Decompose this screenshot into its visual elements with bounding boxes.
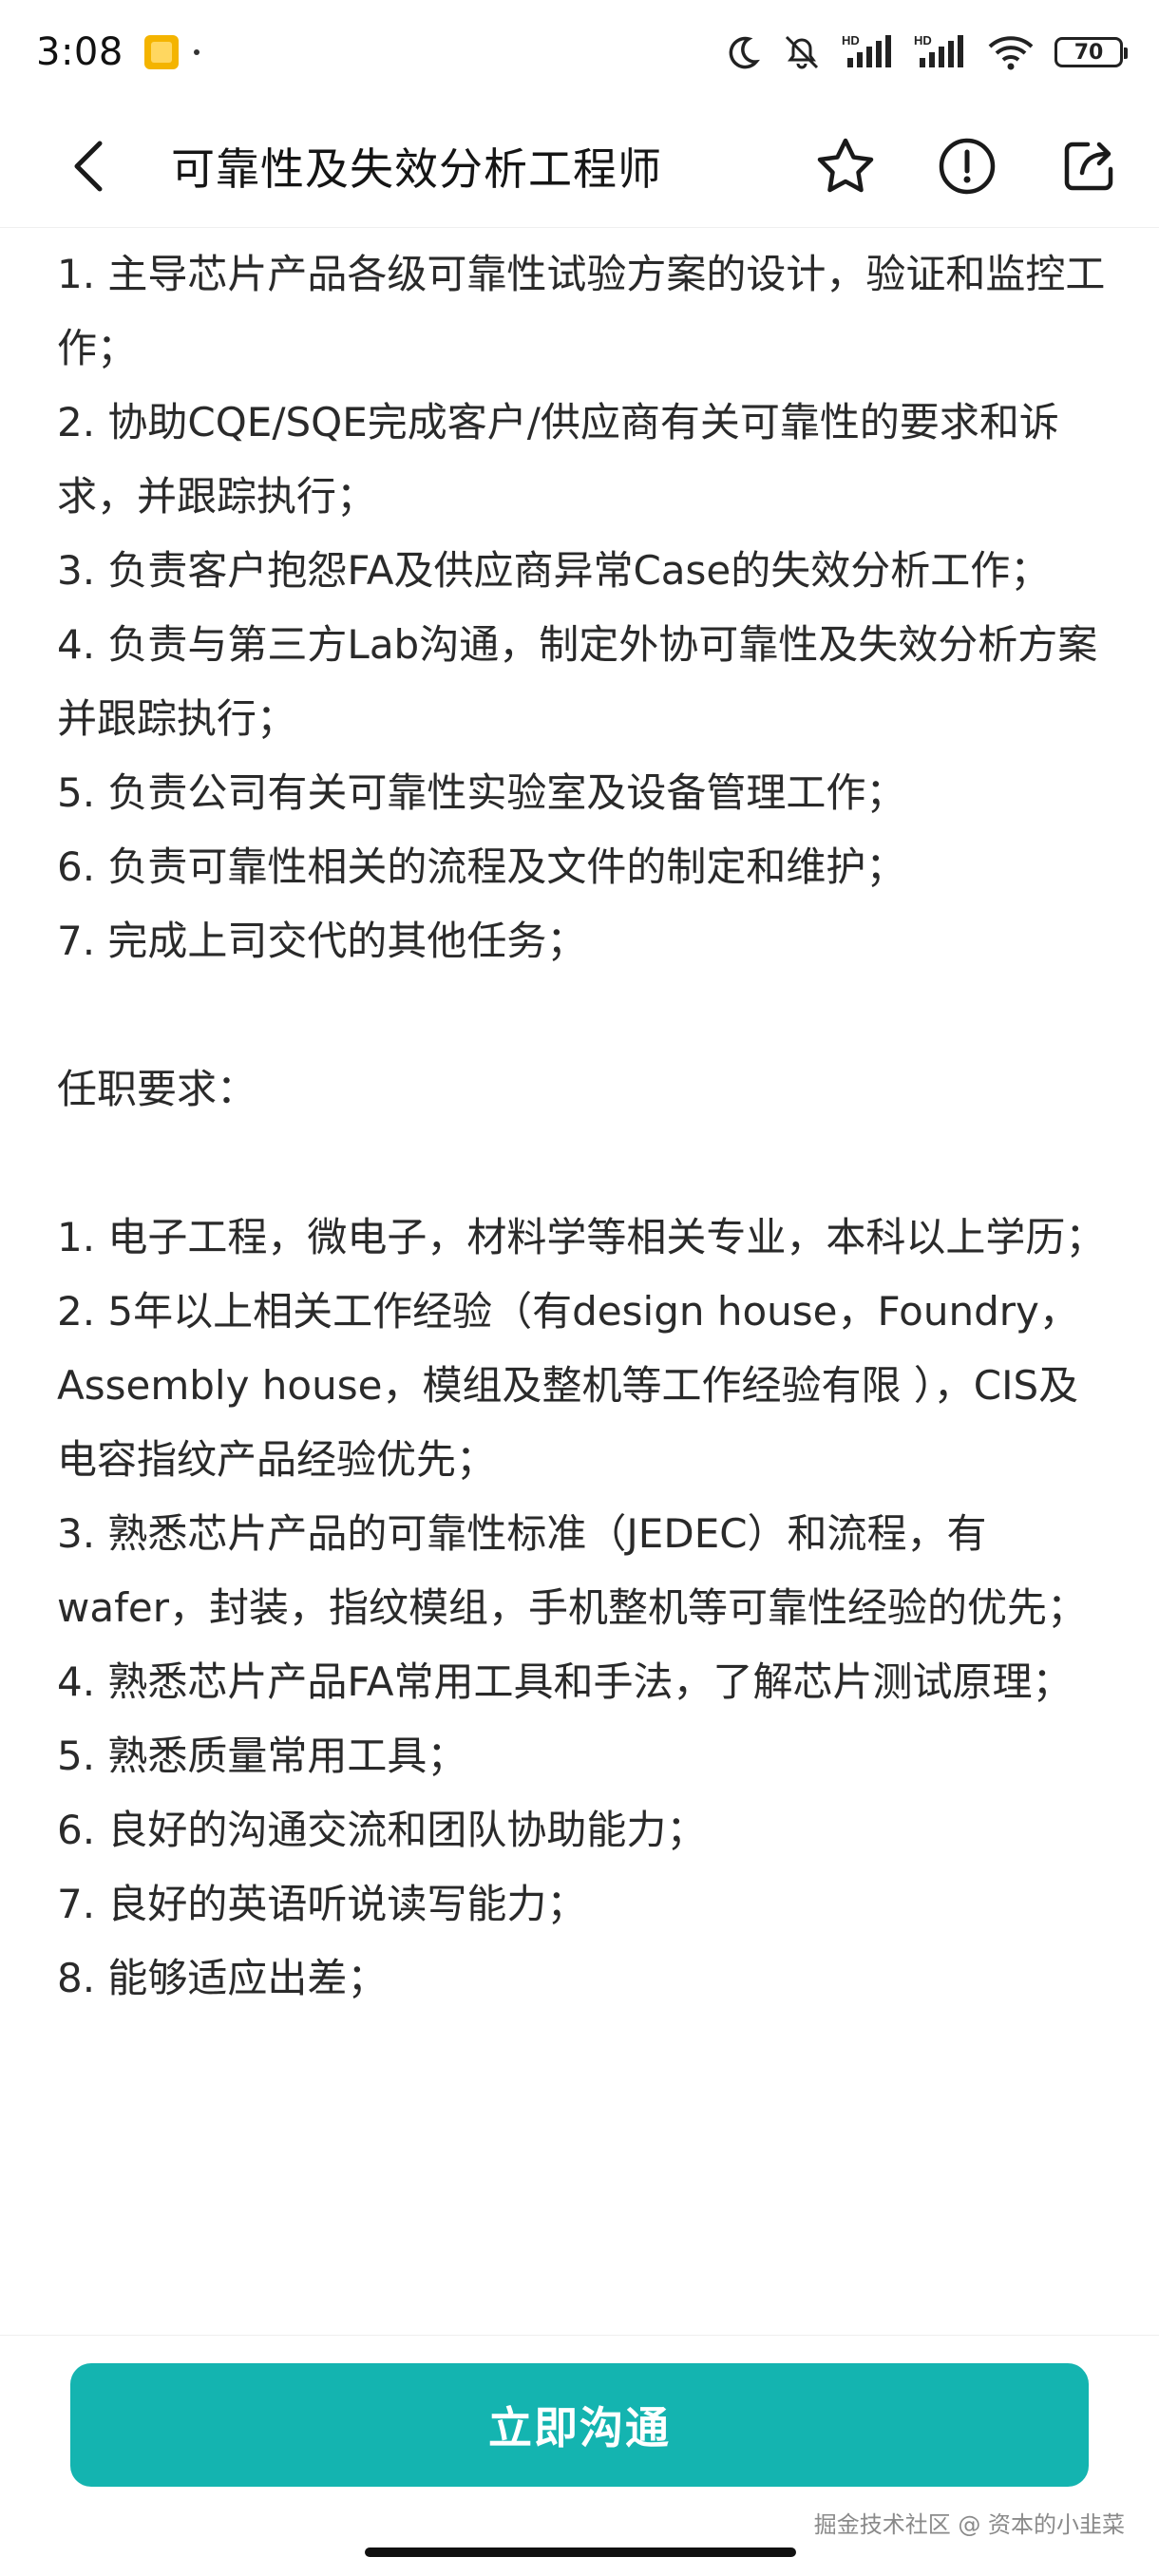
description-line: 7. 良好的英语听说读写能力；: [57, 1881, 587, 1927]
notification-app-icon: [143, 35, 179, 69]
signal-icon-1: HD: [842, 33, 895, 71]
header-actions: [813, 134, 1121, 199]
moon-icon: [724, 33, 762, 71]
battery-indicator: 70: [1054, 37, 1128, 67]
share-button[interactable]: [1056, 134, 1121, 199]
description-line: 6. 负责可靠性相关的流程及文件的制定和维护；: [57, 843, 906, 890]
description-line: 4. 负责与第三方Lab沟通，制定外协可靠性及失效分析方案并跟踪执行；: [57, 621, 1098, 742]
warning-icon: [939, 138, 996, 194]
back-chevron-icon: [74, 141, 103, 191]
back-button[interactable]: [65, 133, 112, 199]
status-bar: 3:08 HD HD 70: [0, 0, 1159, 104]
description-line: 7. 完成上司交代的其他任务；: [57, 918, 587, 964]
top-app-bar: 可靠性及失效分析工程师: [0, 104, 1159, 228]
status-time: 3:08: [36, 30, 124, 74]
mute-bell-icon: [781, 33, 823, 71]
description-line: 6. 良好的沟通交流和团队协助能力；: [57, 1807, 707, 1853]
notification-dot: [193, 49, 200, 55]
description-line: 1. 主导芯片产品各级可靠性试验方案的设计，验证和监控工作；: [57, 251, 1106, 371]
bottom-divider: [0, 2335, 1159, 2336]
status-indicators: HD HD 70: [724, 33, 1128, 71]
chat-now-button[interactable]: 立即沟通: [70, 2363, 1089, 2487]
description-line: 任职要求：: [57, 1066, 257, 1112]
share-icon: [1064, 142, 1113, 190]
star-icon: [817, 138, 874, 192]
description-line: 8. 能够适应出差；: [57, 1955, 388, 2001]
svg-text:HD: HD: [842, 33, 860, 47]
favorite-button[interactable]: [813, 134, 878, 199]
signal-icon-2: HD: [914, 33, 967, 71]
description-line: 5. 熟悉质量常用工具；: [57, 1733, 467, 1779]
report-button[interactable]: [935, 134, 999, 199]
description-line: 1. 电子工程，微电子，材料学等相关专业，本科以上学历；: [57, 1214, 1106, 1260]
description-line: 2. 5年以上相关工作经验（有design house，Foundry，Asse…: [57, 1288, 1079, 1483]
watermark: 掘金技术社区 @ 资本的小韭菜: [813, 2511, 1125, 2538]
description-line: 4. 熟悉芯片产品FA常用工具和手法，了解芯片测试原理；: [57, 1658, 1073, 1705]
description-line: 3. 熟悉芯片产品的可靠性标准（JEDEC）和流程，有wafer，封装，指纹模组…: [57, 1510, 1087, 1631]
wifi-icon: [986, 33, 1036, 71]
description-line: 5. 负责公司有关可靠性实验室及设备管理工作；: [57, 769, 906, 816]
home-indicator[interactable]: [365, 2548, 796, 2557]
job-description: 1. 主导芯片产品各级可靠性试验方案的设计，验证和监控工作； 2. 协助CQE/S…: [57, 237, 1112, 2016]
svg-text:HD: HD: [914, 33, 932, 47]
page-title: 可靠性及失效分析工程师: [171, 142, 662, 195]
description-line: 3. 负责客户抱怨FA及供应商异常Case的失效分析工作；: [57, 547, 1051, 594]
description-line: 2. 协助CQE/SQE完成客户/供应商有关可靠性的要求和诉求，并跟踪执行；: [57, 399, 1059, 520]
